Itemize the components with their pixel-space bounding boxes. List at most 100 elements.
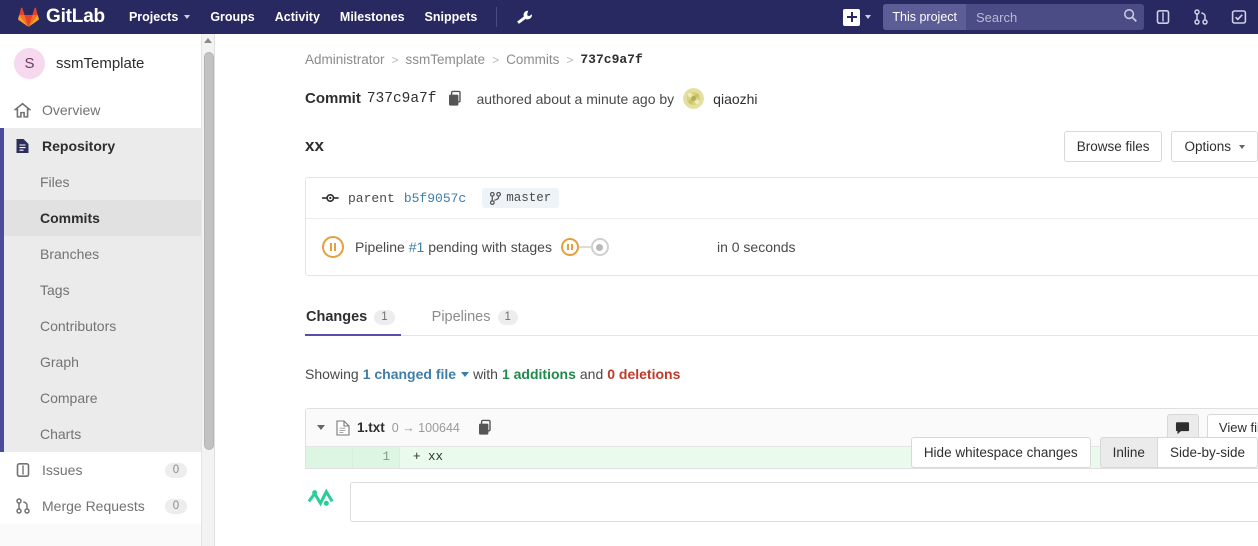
nav-item-milestones[interactable]: Milestones — [330, 0, 415, 34]
chevron-down-icon[interactable] — [317, 425, 325, 430]
sidebar-item-issues-badge: 0 — [165, 462, 187, 478]
search-icon[interactable] — [1123, 8, 1138, 26]
sidebar-item-files[interactable]: Files — [0, 164, 201, 200]
side-by-side-view-button[interactable]: Side-by-side — [1156, 437, 1258, 468]
breadcrumb-item-project[interactable]: ssmTemplate — [406, 52, 486, 67]
comment-input[interactable] — [350, 482, 1258, 522]
sidebar-item-contributors-label: Contributors — [40, 318, 117, 334]
merge-requests-icon — [14, 498, 31, 514]
tab-changes[interactable]: Changes 1 — [305, 309, 409, 336]
additions-count: 1 additions — [501, 366, 576, 382]
sidebar-item-compare-label: Compare — [40, 390, 98, 406]
wrench-icon — [517, 10, 533, 24]
sidebar-item-graph-label: Graph — [40, 354, 79, 370]
commit-header-actions: Browse files Options — [1063, 131, 1258, 162]
todos-nav-button[interactable] — [1220, 0, 1258, 34]
commit-authored-text: authored about a minute ago by — [476, 90, 675, 107]
options-button[interactable]: Options — [1171, 131, 1258, 162]
stage-pending-icon[interactable] — [560, 238, 579, 256]
pipeline-id-link[interactable]: #1 — [409, 239, 425, 255]
gitlab-commit-page: GitLab Projects Groups Activity Mileston… — [0, 0, 1258, 546]
commit-author-name[interactable]: qiaozhi — [713, 91, 757, 107]
project-name: ssmTemplate — [56, 54, 145, 72]
sidebar-project-header[interactable]: S ssmTemplate — [0, 34, 201, 92]
breadcrumb-item-administrator[interactable]: Administrator — [305, 52, 385, 67]
nav-item-groups[interactable]: Groups — [200, 0, 264, 34]
pipeline-text: Pipeline #1 pending with stages — [355, 239, 552, 255]
chevron-down-icon — [1239, 144, 1245, 149]
sidebar-item-branches[interactable]: Branches — [0, 236, 201, 272]
pipeline-stages — [560, 238, 609, 256]
diff-file-mode: 0 → 100644 — [391, 420, 460, 435]
parent-sha-link[interactable]: b5f9057c — [404, 191, 466, 206]
deletions-count: 0 deletions — [607, 366, 681, 382]
project-avatar: S — [14, 47, 45, 79]
sidebar-item-repository-label: Repository — [42, 138, 116, 154]
search-scope-button[interactable]: This project — [883, 4, 966, 30]
tab-pipelines[interactable]: Pipelines 1 — [431, 309, 532, 335]
nav-item-milestones-label: Milestones — [339, 10, 405, 24]
diff-file-name[interactable]: 1.txt — [357, 420, 385, 435]
hide-whitespace-button[interactable]: Hide whitespace changes — [910, 437, 1091, 468]
copy-icon[interactable] — [477, 419, 493, 436]
diff-line-content: xx — [428, 450, 444, 464]
nav-item-projects[interactable]: Projects — [119, 0, 200, 34]
sidebar-item-tags[interactable]: Tags — [0, 272, 201, 308]
issues-nav-button[interactable] — [1144, 0, 1182, 34]
sidebar-item-charts[interactable]: Charts — [0, 416, 201, 452]
sidebar-item-charts-label: Charts — [40, 426, 82, 442]
nav-item-activity[interactable]: Activity — [265, 0, 330, 34]
nav-item-groups-label: Groups — [210, 10, 255, 24]
merge-requests-nav-button[interactable] — [1182, 0, 1220, 34]
tab-pipelines-label: Pipelines — [431, 309, 491, 325]
sidebar-item-contributors[interactable]: Contributors — [0, 308, 201, 344]
chevron-down-icon — [865, 15, 872, 19]
diff-summary-row: Showing 1 changed file with 1 additions … — [305, 358, 1258, 390]
search-bar: This project — [883, 4, 1144, 30]
commit-label: Commit — [305, 90, 361, 107]
gitlab-brand[interactable]: GitLab — [0, 0, 119, 34]
sidebar-item-merge-requests[interactable]: Merge Requests 0 — [0, 488, 201, 524]
breadcrumb-separator: > — [391, 52, 399, 67]
browse-files-button[interactable]: Browse files — [1063, 131, 1163, 162]
sidebar-item-overview-label: Overview — [42, 102, 101, 118]
pipeline-duration: in 0 seconds — [716, 239, 796, 255]
sidebar-item-branches-label: Branches — [40, 246, 100, 262]
home-icon — [14, 102, 31, 119]
branch-icon — [490, 191, 502, 205]
inline-view-button[interactable]: Inline — [1099, 437, 1158, 468]
sidebar-item-repository[interactable]: Repository — [0, 128, 201, 164]
author-avatar[interactable] — [683, 88, 705, 109]
sidebar-item-commits[interactable]: Commits — [0, 200, 201, 236]
new-item-button[interactable] — [835, 0, 879, 34]
diff-line-new-number[interactable]: 1 — [353, 447, 400, 468]
search-field-wrap — [966, 4, 1144, 30]
sidebar-item-graph[interactable]: Graph — [0, 344, 201, 380]
copy-icon[interactable] — [447, 90, 463, 107]
pipeline-prefix: Pipeline — [355, 239, 405, 255]
sidebar-item-overview[interactable]: Overview — [0, 92, 201, 128]
sidebar-item-commits-label: Commits — [40, 210, 100, 226]
sidebar-item-files-label: Files — [40, 174, 70, 190]
top-navbar: GitLab Projects Groups Activity Mileston… — [0, 0, 1258, 34]
sidebar-scrollbar-thumb[interactable] — [203, 52, 214, 450]
sidebar-item-compare[interactable]: Compare — [0, 380, 201, 416]
stage-created-icon[interactable] — [590, 238, 609, 256]
pipeline-suffix: pending with stages — [428, 239, 552, 255]
admin-area-button[interactable] — [506, 0, 543, 34]
scroll-up-arrow-icon[interactable] — [204, 38, 212, 43]
search-input[interactable] — [966, 4, 1144, 30]
parent-label: parent — [348, 190, 395, 206]
breadcrumb-item-commits[interactable]: Commits — [506, 52, 559, 67]
pending-icon[interactable] — [322, 236, 344, 258]
gitlab-logo-icon — [18, 7, 39, 27]
sidebar-item-issues[interactable]: Issues 0 — [0, 452, 201, 488]
user-avatar[interactable] — [305, 482, 336, 513]
nav-item-snippets[interactable]: Snippets — [415, 0, 488, 34]
commit-sha: 737c9a7f — [366, 90, 437, 107]
gitlab-brand-text: GitLab — [46, 6, 105, 27]
main-nav-links: Projects Groups Activity Milestones Snip… — [119, 0, 543, 34]
branch-badge[interactable]: master — [482, 188, 560, 208]
diff-line-old-number[interactable] — [306, 447, 353, 468]
changed-files-dropdown[interactable]: 1 changed file — [363, 366, 470, 382]
